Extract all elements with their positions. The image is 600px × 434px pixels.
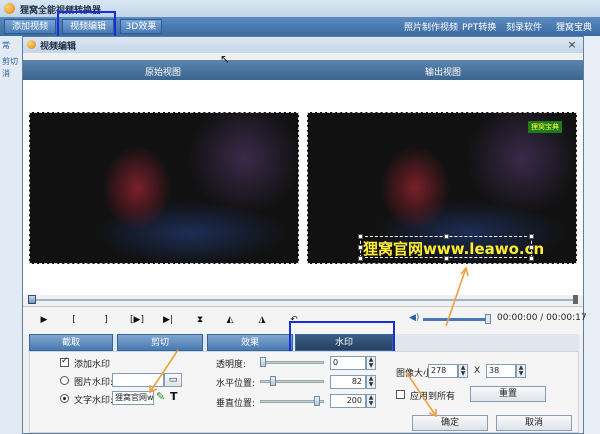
arrow-to-text-field (149, 349, 179, 394)
mouse-cursor-icon: ↖ (220, 52, 231, 66)
arrow-to-watermark-preview (445, 266, 469, 327)
annotation-arrows (149, 266, 469, 418)
arrow-to-ok-button (405, 371, 437, 418)
